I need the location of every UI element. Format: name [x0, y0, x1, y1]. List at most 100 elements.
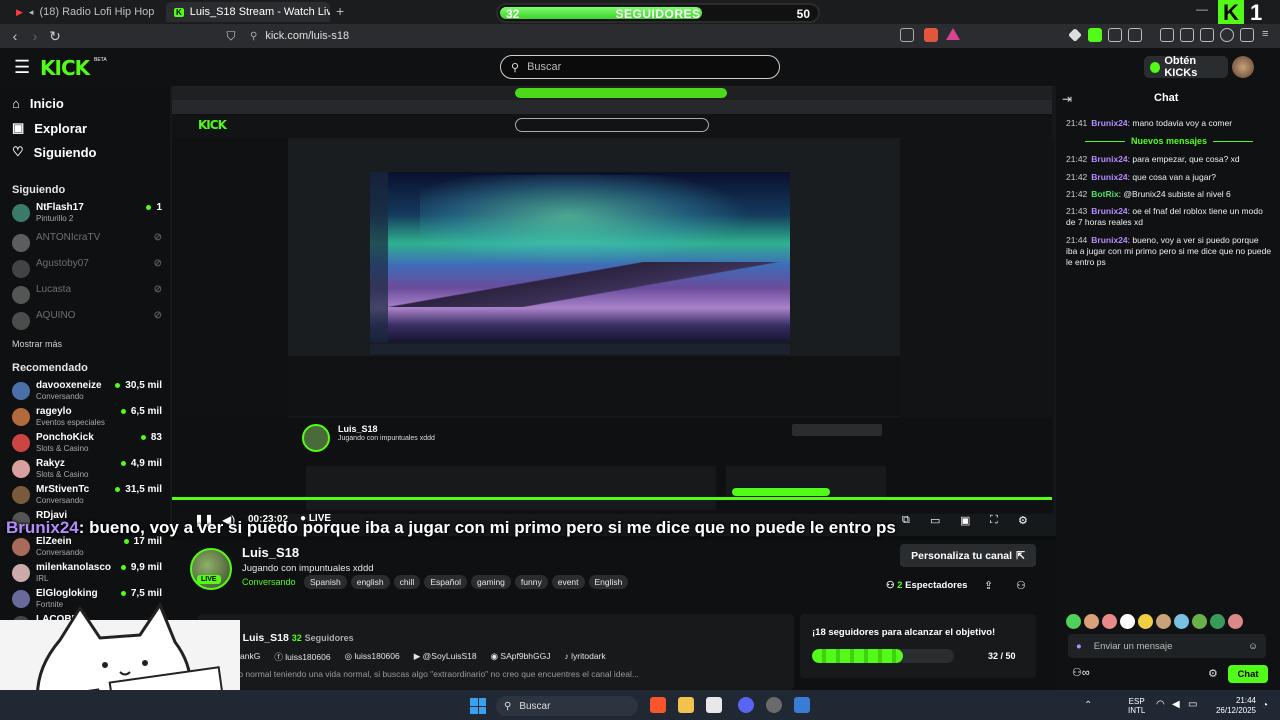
- facebook-social-link[interactable]: ⓕ luiss180606: [274, 651, 330, 663]
- battery-icon[interactable]: ▭: [1188, 699, 1197, 710]
- brave-browser-icon[interactable]: [650, 697, 666, 713]
- chat-input[interactable]: ● Enviar un mensaje ☺: [1068, 634, 1266, 658]
- windows-start-icon[interactable]: [470, 698, 486, 714]
- bookmark-icon[interactable]: ⛉: [222, 27, 240, 45]
- goal-label: SEGUIDORES: [615, 7, 701, 21]
- tag[interactable]: Español: [424, 575, 468, 589]
- nav-explore[interactable]: ▣ Explorar: [12, 120, 87, 136]
- mic-icon[interactable]: ●: [1076, 641, 1082, 652]
- recommended-channel[interactable]: davooxeneize Conversando 30,5 mil: [12, 380, 162, 404]
- back-button[interactable]: ‹: [6, 27, 24, 45]
- forward-button[interactable]: ›: [26, 27, 44, 45]
- emote-icon[interactable]: [1156, 614, 1171, 629]
- extension-icon[interactable]: [1108, 28, 1122, 42]
- file-explorer-icon[interactable]: [678, 697, 694, 713]
- obs-icon[interactable]: [766, 697, 782, 713]
- share-icon[interactable]: [900, 28, 914, 42]
- viewer-count: 30,5 mil: [115, 380, 162, 391]
- users-icon[interactable]: ⚇∞: [1072, 666, 1090, 679]
- tag[interactable]: funny: [514, 575, 548, 589]
- brave-shield-icon[interactable]: [924, 28, 938, 42]
- recommended-channel[interactable]: Rakyz Slots & Casino 4,9 mil: [12, 458, 162, 482]
- browser-tab[interactable]: ▶ ◂ (18) Radio Lofi Hip Hop en el Bal: [8, 2, 158, 22]
- stream-category[interactable]: Conversando: [242, 577, 296, 587]
- rewards-icon[interactable]: [946, 28, 960, 40]
- user-add-icon[interactable]: ⚇: [1016, 579, 1026, 592]
- media-icon[interactable]: [1160, 28, 1174, 42]
- clock[interactable]: 21:44 26/12/2025: [1208, 696, 1256, 716]
- tag[interactable]: Spanish: [304, 575, 347, 589]
- ai-icon[interactable]: [1220, 28, 1234, 42]
- volume-icon[interactable]: ◀: [1172, 699, 1180, 710]
- emote-icon[interactable]: [1120, 614, 1135, 629]
- user-avatar[interactable]: [1232, 56, 1254, 78]
- minimize-button[interactable]: —: [1196, 2, 1208, 16]
- external-link-icon: ⇱: [1016, 549, 1025, 562]
- channel-name[interactable]: Luis_S18: [242, 545, 299, 560]
- show-more-link[interactable]: Mostrar más: [12, 339, 62, 349]
- emote-picker-icon[interactable]: ☺: [1248, 641, 1258, 652]
- nav-home[interactable]: ⌂ Inicio: [12, 96, 64, 111]
- emote-icon[interactable]: [1210, 614, 1225, 629]
- tag[interactable]: English: [588, 575, 629, 589]
- emote-icon[interactable]: [1228, 614, 1243, 629]
- wallet-icon[interactable]: [1200, 28, 1214, 42]
- new-tab-button[interactable]: +: [336, 3, 344, 19]
- sidebar-toggle-icon[interactable]: [1180, 28, 1194, 42]
- following-channel[interactable]: ANTONIcraTV ⊘: [12, 232, 162, 256]
- following-channel[interactable]: AQUINO ⊘: [12, 310, 162, 334]
- language-indicator[interactable]: ESP INTL: [1128, 697, 1145, 715]
- search-input[interactable]: ⚲ Buscar: [500, 55, 780, 79]
- fullscreen-icon[interactable]: ⛶: [990, 514, 998, 527]
- tag[interactable]: chill: [393, 575, 421, 589]
- share-icon[interactable]: ⇪: [984, 579, 993, 592]
- tag-list: Spanish english chill Español gaming fun…: [304, 575, 632, 589]
- chat-title: Chat: [1154, 92, 1179, 104]
- send-chat-button[interactable]: Chat: [1228, 665, 1268, 683]
- nav-following[interactable]: ♡ Siguiendo: [12, 144, 97, 160]
- emote-icon[interactable]: [1174, 614, 1189, 629]
- chat-settings-icon[interactable]: ⚙: [1208, 667, 1218, 680]
- tag[interactable]: event: [551, 575, 585, 589]
- wifi-icon[interactable]: ◠: [1156, 699, 1165, 710]
- menu-icon[interactable]: ≡: [1262, 28, 1268, 40]
- pip-icon[interactable]: ▣: [960, 514, 970, 527]
- emote-icon[interactable]: [1138, 614, 1153, 629]
- discord-social-link[interactable]: ◉ SApf9bhGGJ: [491, 651, 551, 663]
- notification-icon[interactable]: ◔: [1262, 700, 1268, 711]
- browser-tab-active[interactable]: K Luis_S18 Stream - Watch Live on ✕: [166, 2, 330, 22]
- following-channel[interactable]: Agustoby07 ⊘: [12, 258, 162, 282]
- emote-icon[interactable]: [1084, 614, 1099, 629]
- app-icon[interactable]: [794, 697, 810, 713]
- taskbar-search[interactable]: ⚲ Buscar: [496, 696, 638, 716]
- discord-icon[interactable]: [738, 697, 754, 713]
- recommended-channel[interactable]: PonchoKick Slots & Casino 83: [12, 432, 162, 456]
- collapse-chat-icon[interactable]: ⇥: [1062, 92, 1072, 106]
- emote-icon[interactable]: [1066, 614, 1081, 629]
- store-icon[interactable]: [706, 697, 722, 713]
- tag[interactable]: gaming: [471, 575, 511, 589]
- kick-extension-icon[interactable]: [1088, 28, 1102, 42]
- recommended-channel[interactable]: rageylo Eventos especiales 6,5 mil: [12, 406, 162, 430]
- extension-icon[interactable]: [1128, 28, 1142, 42]
- following-channel[interactable]: NtFlash17 Pinturillo 2 1: [12, 202, 162, 226]
- kick-logo[interactable]: KICK: [40, 56, 90, 80]
- instagram-social-link[interactable]: ◎ luiss180606: [345, 651, 400, 663]
- emote-icon[interactable]: [1102, 614, 1117, 629]
- reload-button[interactable]: ↻: [46, 27, 64, 45]
- customize-channel-button[interactable]: Personaliza tu canal ⇱: [900, 544, 1036, 567]
- recommended-channel[interactable]: MrStivenTc Conversando 31,5 mil: [12, 484, 162, 508]
- settings-icon[interactable]: ⚙: [1018, 514, 1028, 527]
- tag[interactable]: english: [350, 575, 390, 589]
- tiktok-social-link[interactable]: ♪ lyritodark: [565, 651, 606, 663]
- hamburger-menu-icon[interactable]: ☰: [14, 58, 30, 76]
- get-kicks-button[interactable]: Obtén KICKs: [1144, 55, 1228, 79]
- following-channel[interactable]: Lucasta ⊘: [12, 284, 162, 308]
- emote-icon[interactable]: [1192, 614, 1207, 629]
- speaker-icon: ◂: [28, 6, 34, 17]
- extension-icon[interactable]: [1068, 28, 1082, 42]
- vpn-icon[interactable]: [1240, 28, 1254, 42]
- tray-chevron-icon[interactable]: ⌃: [1084, 700, 1092, 711]
- youtube-social-link[interactable]: ▶ @SoyLuisS18: [414, 651, 477, 663]
- url-field[interactable]: ⚲ kick.com/luis-s18: [250, 27, 970, 45]
